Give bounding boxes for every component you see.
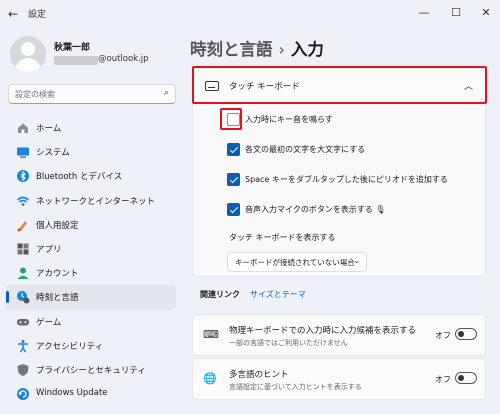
shield-icon	[17, 363, 29, 376]
sidebar-item-label: アクセシビリティ	[36, 341, 104, 352]
setting-subtitle: 言語設定に基づいて入力ヒントを表示する	[229, 383, 362, 391]
personalization-icon	[17, 220, 27, 232]
show-keyboard-dropdown[interactable]: キーボードが接続されていない場合 ⌄	[227, 252, 367, 272]
bluetooth-icon	[17, 170, 29, 183]
setting-row-text-suggestions[interactable]: ⌨ 物理キーボードでの入力時に入力候補を表示する 一部の言語ではご利用いただけま…	[192, 314, 486, 356]
email-redaction	[54, 56, 98, 65]
sidebar-item-label: アプリ	[36, 244, 62, 255]
toggle-state-label: オフ	[435, 331, 451, 340]
settings-search[interactable]: ⌕	[8, 84, 176, 104]
size-theme-link[interactable]: サイズとテーマ	[250, 290, 306, 299]
close-button[interactable]: ✕	[472, 4, 500, 22]
related-links-label: 関連リンク	[200, 290, 240, 299]
toggle-switch[interactable]	[455, 372, 477, 384]
sidebar-item-gaming[interactable]: ゲーム	[6, 310, 176, 334]
sidebar-item-apps[interactable]: アプリ	[6, 237, 176, 261]
sidebar-item-label: Windows Update	[36, 388, 108, 399]
page-title: 時刻と言語 › 入力	[190, 36, 324, 60]
window-title: 設定	[28, 10, 47, 20]
sidebar-nav: ホーム システム Bluetooth とデバイス ネットワークとインターネット …	[6, 116, 176, 406]
related-links: 関連リンク サイズとテーマ	[200, 289, 306, 300]
sidebar-item-label: ネットワークとインターネット	[36, 196, 156, 207]
checkbox-capitalize[interactable]	[227, 143, 240, 156]
accessibility-icon	[18, 339, 28, 353]
toggle-state-label: オフ	[435, 375, 451, 384]
maximize-button[interactable]: ☐	[442, 4, 470, 22]
chevron-down-icon: ⌄	[353, 256, 360, 265]
multilingual-icon: 🌐	[203, 372, 217, 385]
user-profile[interactable]: 秋葉一郎 @outlook.jp	[10, 36, 180, 76]
show-keyboard-label: タッチ キーボードを表示する	[229, 233, 336, 242]
sidebar-item-label: 時刻と言語	[36, 293, 79, 304]
back-arrow-icon[interactable]: ←	[8, 7, 22, 21]
keyboard-icon	[205, 81, 219, 91]
sidebar-item-system[interactable]: システム	[6, 140, 176, 164]
gaming-icon	[17, 318, 29, 325]
option-label: 入力時にキー音を鳴らす	[245, 115, 333, 124]
account-icon	[17, 267, 29, 280]
sidebar-item-personalization[interactable]: 個人用設定	[6, 213, 176, 237]
sidebar-item-label: Bluetooth とデバイス	[36, 172, 123, 183]
home-icon	[18, 123, 28, 133]
option-label: 音声入力マイクのボタンを表示する 🎙	[245, 205, 386, 214]
search-icon[interactable]: ⌕	[164, 88, 169, 98]
sidebar-item-label: ゲーム	[36, 317, 62, 328]
setting-title: 物理キーボードでの入力時に入力候補を表示する	[229, 326, 417, 336]
avatar	[10, 36, 46, 72]
sidebar-item-label: プライバシーとセキュリティ	[36, 365, 146, 376]
sidebar-item-privacy[interactable]: プライバシーとセキュリティ	[6, 358, 176, 382]
setting-row-multilingual[interactable]: 🌐 多言語のヒント 言語設定に基づいて入力ヒントを表示する オフ	[192, 358, 486, 400]
option-label: Space キーをダブルタップした後にピリオドを追加する	[245, 175, 448, 184]
checkbox-double-space-period[interactable]	[227, 173, 240, 186]
toggle-switch[interactable]	[455, 328, 477, 340]
sidebar-item-label: ホーム	[36, 124, 62, 134]
breadcrumb-separator: ›	[278, 40, 285, 59]
dropdown-value: キーボードが接続されていない場合	[235, 258, 355, 267]
title-bar: ← 設定 — ☐ ✕	[0, 0, 500, 28]
touch-keyboard-header[interactable]: タッチ キーボード ︿	[192, 68, 486, 103]
breadcrumb-parent[interactable]: 時刻と言語	[190, 40, 273, 59]
keyboard-icon: ⌨	[203, 328, 219, 341]
time-language-icon	[17, 291, 30, 304]
apps-icon	[17, 243, 29, 255]
sidebar-item-label: 個人用設定	[36, 220, 79, 231]
touch-keyboard-title: タッチ キーボード	[229, 82, 300, 92]
touch-keyboard-options: 入力時にキー音を鳴らす 各文の最初の文字を大文字にする Space キーをダブル…	[192, 103, 486, 277]
windows-update-icon	[17, 388, 29, 401]
sidebar-item-time-language[interactable]: 時刻と言語	[6, 285, 176, 310]
search-input[interactable]	[15, 87, 155, 101]
setting-title: 多言語のヒント	[229, 370, 289, 380]
breadcrumb-current: 入力	[290, 40, 324, 59]
checkbox-key-sound[interactable]	[227, 113, 240, 126]
minimize-button[interactable]: —	[410, 4, 438, 22]
sidebar-item-network[interactable]: ネットワークとインターネット	[6, 189, 176, 213]
sidebar-item-windows-update[interactable]: Windows Update	[6, 382, 176, 406]
setting-subtitle: 一部の言語ではご利用いただけません	[229, 339, 348, 347]
option-label: 各文の最初の文字を大文字にする	[245, 145, 366, 154]
checkbox-voice-typing[interactable]	[227, 203, 240, 216]
network-icon	[16, 196, 30, 206]
profile-name: 秋葉一郎	[54, 43, 91, 53]
sidebar-item-account[interactable]: アカウント	[6, 261, 176, 285]
system-icon	[17, 147, 29, 158]
sidebar-item-home[interactable]: ホーム	[6, 116, 176, 140]
sidebar-item-bluetooth[interactable]: Bluetooth とデバイス	[6, 164, 176, 188]
sidebar-item-label: アカウント	[36, 269, 79, 280]
sidebar-item-accessibility[interactable]: アクセシビリティ	[6, 334, 176, 358]
chevron-up-icon[interactable]: ︿	[464, 79, 473, 92]
profile-email: @outlook.jp	[98, 54, 149, 64]
sidebar-item-label: システム	[36, 148, 70, 159]
